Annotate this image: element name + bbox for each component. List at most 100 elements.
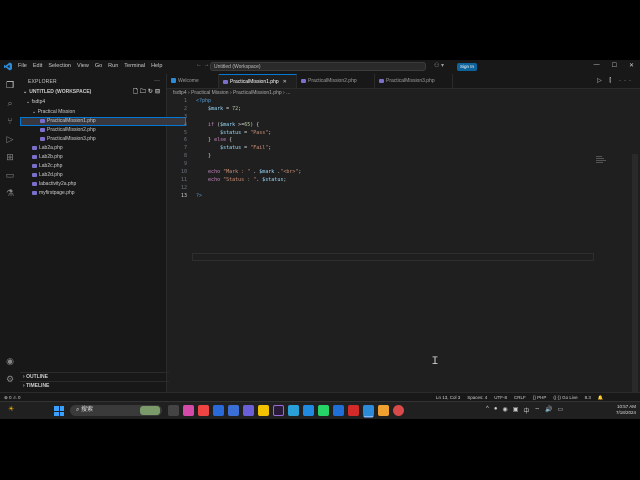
minimap[interactable] (596, 156, 610, 168)
tab-welcome[interactable]: Welcome (167, 74, 219, 88)
menu-terminal[interactable]: Terminal (124, 63, 145, 69)
menu-view[interactable]: View (77, 63, 89, 69)
sign-in-button[interactable]: Sign In (457, 63, 478, 71)
file-label: PracticalMission3.php (47, 136, 96, 142)
code-line[interactable]: if ($mark >=65) { (196, 122, 301, 130)
run-debug-icon[interactable]: ▷ (5, 134, 15, 144)
tab-practicalmission2[interactable]: PracticalMission2.php (297, 74, 375, 88)
editor-actions[interactable]: ▷ ⫿ ··· (597, 77, 634, 85)
taskbar-search[interactable]: ⌕ 搜索 (70, 405, 162, 416)
after-effects-icon[interactable] (273, 405, 284, 416)
whatsapp-icon[interactable] (318, 405, 329, 416)
minimize-icon[interactable]: — (594, 62, 600, 69)
app-red-icon[interactable] (198, 405, 209, 416)
windows-start-icon[interactable] (54, 406, 64, 416)
copilot-app-icon[interactable] (183, 405, 194, 416)
app-purple-icon[interactable] (243, 405, 254, 416)
telegram-icon[interactable] (288, 405, 299, 416)
chrome-icon[interactable] (393, 405, 404, 416)
code-editor[interactable]: <?php $mark = 72; if ($mark >=65) { $sta… (196, 98, 301, 201)
folder-practical-mission[interactable]: ⌄ Practical Mission (20, 108, 178, 117)
source-control-icon[interactable]: ⑂ (5, 116, 15, 126)
file-item[interactable]: myfirstpage.php (20, 189, 178, 198)
account-icon[interactable]: ◉ (5, 356, 15, 366)
app-orange-icon[interactable] (378, 405, 389, 416)
menu-edit[interactable]: Edit (33, 63, 42, 69)
extensions-icon[interactable]: ⊞ (5, 152, 15, 162)
code-line[interactable]: $status = "Fail"; (196, 145, 301, 153)
file-item[interactable]: Lab2c.php (20, 162, 178, 171)
code-line[interactable]: <?php (196, 98, 301, 106)
word-icon[interactable] (333, 405, 344, 416)
testing-icon[interactable]: ⚗ (5, 188, 15, 198)
code-line[interactable]: $mark = 72; (196, 106, 301, 114)
breadcrumb[interactable]: fsdtp4 › Practical Mission › PracticalMi… (173, 90, 290, 96)
editor-scrollbar[interactable] (632, 154, 638, 394)
code-line[interactable]: echo "Status : ". $status; (196, 177, 301, 185)
code-line[interactable]: } else { (196, 137, 301, 145)
php-file-icon (301, 78, 306, 83)
wps-icon[interactable] (348, 405, 359, 416)
code-line[interactable] (196, 185, 301, 193)
folder-fsdtp4[interactable]: ⌄ fsdtp4 (20, 98, 172, 107)
timeline-section[interactable]: › TIMELINE (20, 381, 169, 391)
tab-practicalmission1[interactable]: PracticalMission1.php ✕ (219, 74, 297, 88)
search-icon[interactable]: ⌕ (5, 98, 15, 108)
language-label: PHP (537, 395, 547, 400)
line-number: 9 (183, 161, 187, 168)
code-line[interactable]: } (196, 153, 301, 161)
menu-file[interactable]: File (18, 63, 27, 69)
tray-app-icon[interactable]: ● (494, 406, 498, 415)
file-item[interactable]: PracticalMission1.php (20, 117, 186, 126)
file-item[interactable]: PracticalMission3.php (20, 135, 186, 144)
more-actions-icon[interactable]: ··· (154, 78, 160, 84)
php-file-icon (40, 127, 45, 132)
text-cursor-icon: Ｉ (430, 356, 440, 367)
battery-icon[interactable]: ▭ (558, 406, 564, 415)
php-file-icon (32, 172, 37, 177)
maximize-icon[interactable]: ☐ (612, 62, 617, 69)
explorer-icon[interactable]: ❐ (5, 80, 15, 90)
workspace-actions[interactable]: 🗋🗀↻⊟ (133, 88, 162, 97)
settings-gear-icon[interactable]: ⚙ (5, 374, 15, 384)
volume-icon[interactable]: 🔊 (545, 406, 552, 415)
nav-arrows-icon[interactable]: ← → (196, 62, 210, 68)
code-line[interactable]: echo "Mark : " . $mark ."<br>"; (196, 169, 301, 177)
vscode-taskbar-icon[interactable] (363, 405, 374, 416)
php-file-icon (32, 181, 37, 186)
file-item[interactable]: PracticalMission2.php (20, 126, 186, 135)
file-item[interactable]: Lab2d.php (20, 171, 178, 180)
store-icon[interactable] (213, 405, 224, 416)
menu-go[interactable]: Go (95, 63, 102, 69)
file-item[interactable]: Lab2a.php (20, 144, 178, 153)
tray-overflow-icon[interactable]: ^ (486, 406, 489, 415)
menu-help[interactable]: Help (151, 63, 162, 69)
tray-app-icon[interactable]: ◉ (502, 406, 507, 415)
input-method-icon[interactable]: 中 (523, 406, 529, 415)
menu-selection[interactable]: Selection (48, 63, 71, 69)
code-line[interactable]: $status = "Pass"; (196, 130, 301, 138)
line-number: 7 (183, 145, 187, 152)
copilot-icon[interactable]: ⚇ ▾ (434, 62, 444, 69)
code-line[interactable] (196, 114, 301, 122)
wifi-icon[interactable]: ⌔ (534, 406, 540, 415)
file-item[interactable]: labactivity2a.php (20, 180, 178, 189)
golive-label: Go Live (562, 395, 578, 400)
workspace-header[interactable]: ⌄ UNTITLED (WORKSPACE) 🗋🗀↻⊟ (20, 88, 166, 97)
code-line[interactable] (196, 161, 301, 169)
weather-icon[interactable]: ☀ (8, 405, 20, 417)
menu-run[interactable]: Run (108, 63, 118, 69)
tray-app-icon[interactable]: ▣ (513, 406, 519, 415)
remote-explorer-icon[interactable]: ▭ (5, 170, 15, 180)
close-window-icon[interactable]: ✕ (629, 62, 634, 69)
edge-icon[interactable] (303, 405, 314, 416)
task-view-icon[interactable] (168, 405, 179, 416)
app-blue-icon[interactable] (228, 405, 239, 416)
close-tab-icon[interactable]: ✕ (283, 79, 287, 85)
command-center-search[interactable]: Untitled (Workspace) (210, 62, 426, 71)
tab-practicalmission3[interactable]: PracticalMission3.php (375, 74, 453, 88)
file-explorer-icon[interactable] (258, 405, 269, 416)
file-item[interactable]: Lab2b.php (20, 153, 178, 162)
taskbar-clock[interactable]: 10:57 AM 7/18/2024 (602, 404, 636, 416)
code-line[interactable]: ?> (196, 193, 301, 201)
